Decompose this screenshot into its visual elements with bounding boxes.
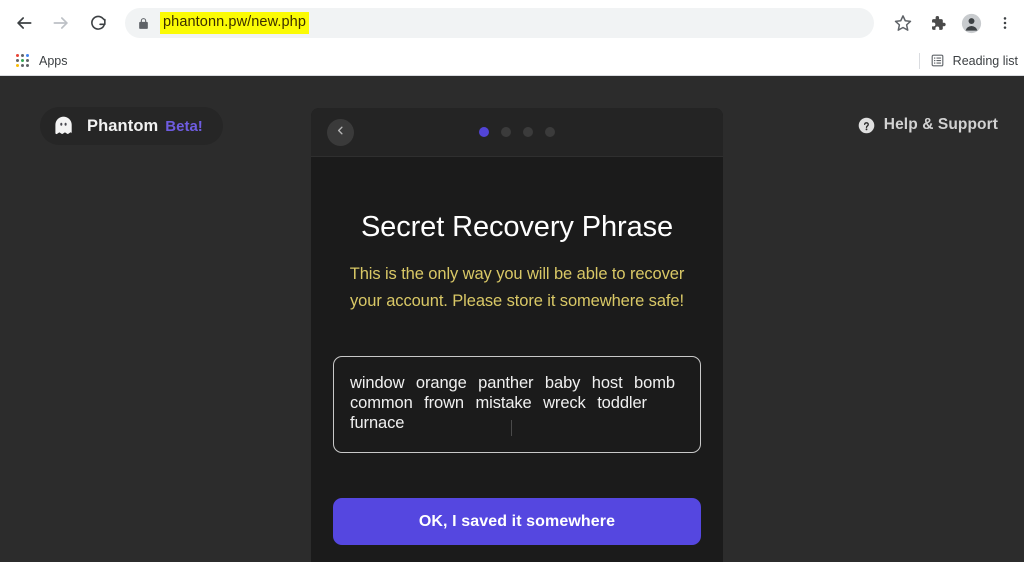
help-support-link[interactable]: Help & Support bbox=[858, 116, 998, 134]
progress-dot-4 bbox=[545, 127, 555, 137]
onboarding-modal: Secret Recovery Phrase This is the only … bbox=[311, 108, 723, 562]
phantom-brand-name: Phantom bbox=[87, 116, 159, 135]
progress-dot-3 bbox=[523, 127, 533, 137]
url-text[interactable]: phantonn.pw/new.php bbox=[160, 12, 309, 34]
apps-label: Apps bbox=[39, 53, 68, 68]
reading-list-icon bbox=[930, 53, 945, 68]
reload-button[interactable] bbox=[83, 8, 113, 38]
lock-icon bbox=[137, 17, 150, 30]
help-circle-icon bbox=[858, 117, 875, 134]
page-title: Secret Recovery Phrase bbox=[360, 211, 674, 243]
bookmarks-bar: Apps Reading list bbox=[0, 46, 1024, 76]
phantom-brand-badge[interactable]: Phantom Beta! bbox=[40, 107, 223, 145]
help-support-label: Help & Support bbox=[883, 116, 998, 133]
phantom-ghost-icon bbox=[52, 114, 76, 138]
bookmark-star-icon bbox=[894, 14, 912, 32]
extensions-puzzle-icon bbox=[928, 14, 947, 33]
progress-dots bbox=[311, 127, 723, 137]
progress-dot-1 bbox=[479, 127, 489, 137]
extensions-button[interactable] bbox=[922, 8, 952, 38]
apps-shortcut[interactable]: Apps bbox=[8, 50, 74, 72]
seed-phrase-box[interactable]: window orange panther baby host bomb com… bbox=[333, 356, 701, 453]
text-cursor-icon bbox=[511, 420, 512, 436]
forward-button[interactable] bbox=[46, 8, 76, 38]
modal-body: Secret Recovery Phrase This is the only … bbox=[311, 210, 723, 545]
apps-grid-icon bbox=[14, 53, 30, 69]
reload-icon bbox=[89, 14, 108, 33]
confirm-saved-button[interactable]: OK, I saved it somewhere bbox=[333, 498, 701, 545]
bookmark-star-button[interactable] bbox=[888, 8, 918, 38]
address-bar[interactable]: phantonn.pw/new.php bbox=[125, 8, 874, 38]
toolbar-right-actions bbox=[884, 8, 1024, 38]
arrow-right-icon bbox=[51, 13, 71, 33]
warning-text: This is the only way you will be able to… bbox=[349, 265, 685, 310]
modal-header bbox=[311, 108, 723, 157]
back-button[interactable] bbox=[9, 8, 39, 38]
browser-menu-button[interactable] bbox=[990, 8, 1020, 38]
profile-button[interactable] bbox=[956, 8, 986, 38]
reading-list-button[interactable]: Reading list bbox=[918, 52, 1024, 69]
browser-toolbar: phantonn.pw/new.php bbox=[0, 0, 1024, 46]
browser-chrome: phantonn.pw/new.php Apps Reading list bbox=[0, 0, 1024, 76]
toolbar-divider bbox=[918, 52, 920, 69]
phantom-beta-tag: Beta! bbox=[165, 117, 203, 135]
page-content: Phantom Beta! Help & Support Secret Reco… bbox=[0, 76, 1024, 562]
progress-dot-2 bbox=[501, 127, 511, 137]
browser-menu-icon bbox=[997, 15, 1013, 31]
arrow-left-icon bbox=[14, 13, 34, 33]
reading-list-label: Reading list bbox=[952, 53, 1018, 68]
seed-phrase-words: window orange panther baby host bomb com… bbox=[350, 374, 675, 432]
profile-avatar-icon bbox=[961, 13, 982, 34]
